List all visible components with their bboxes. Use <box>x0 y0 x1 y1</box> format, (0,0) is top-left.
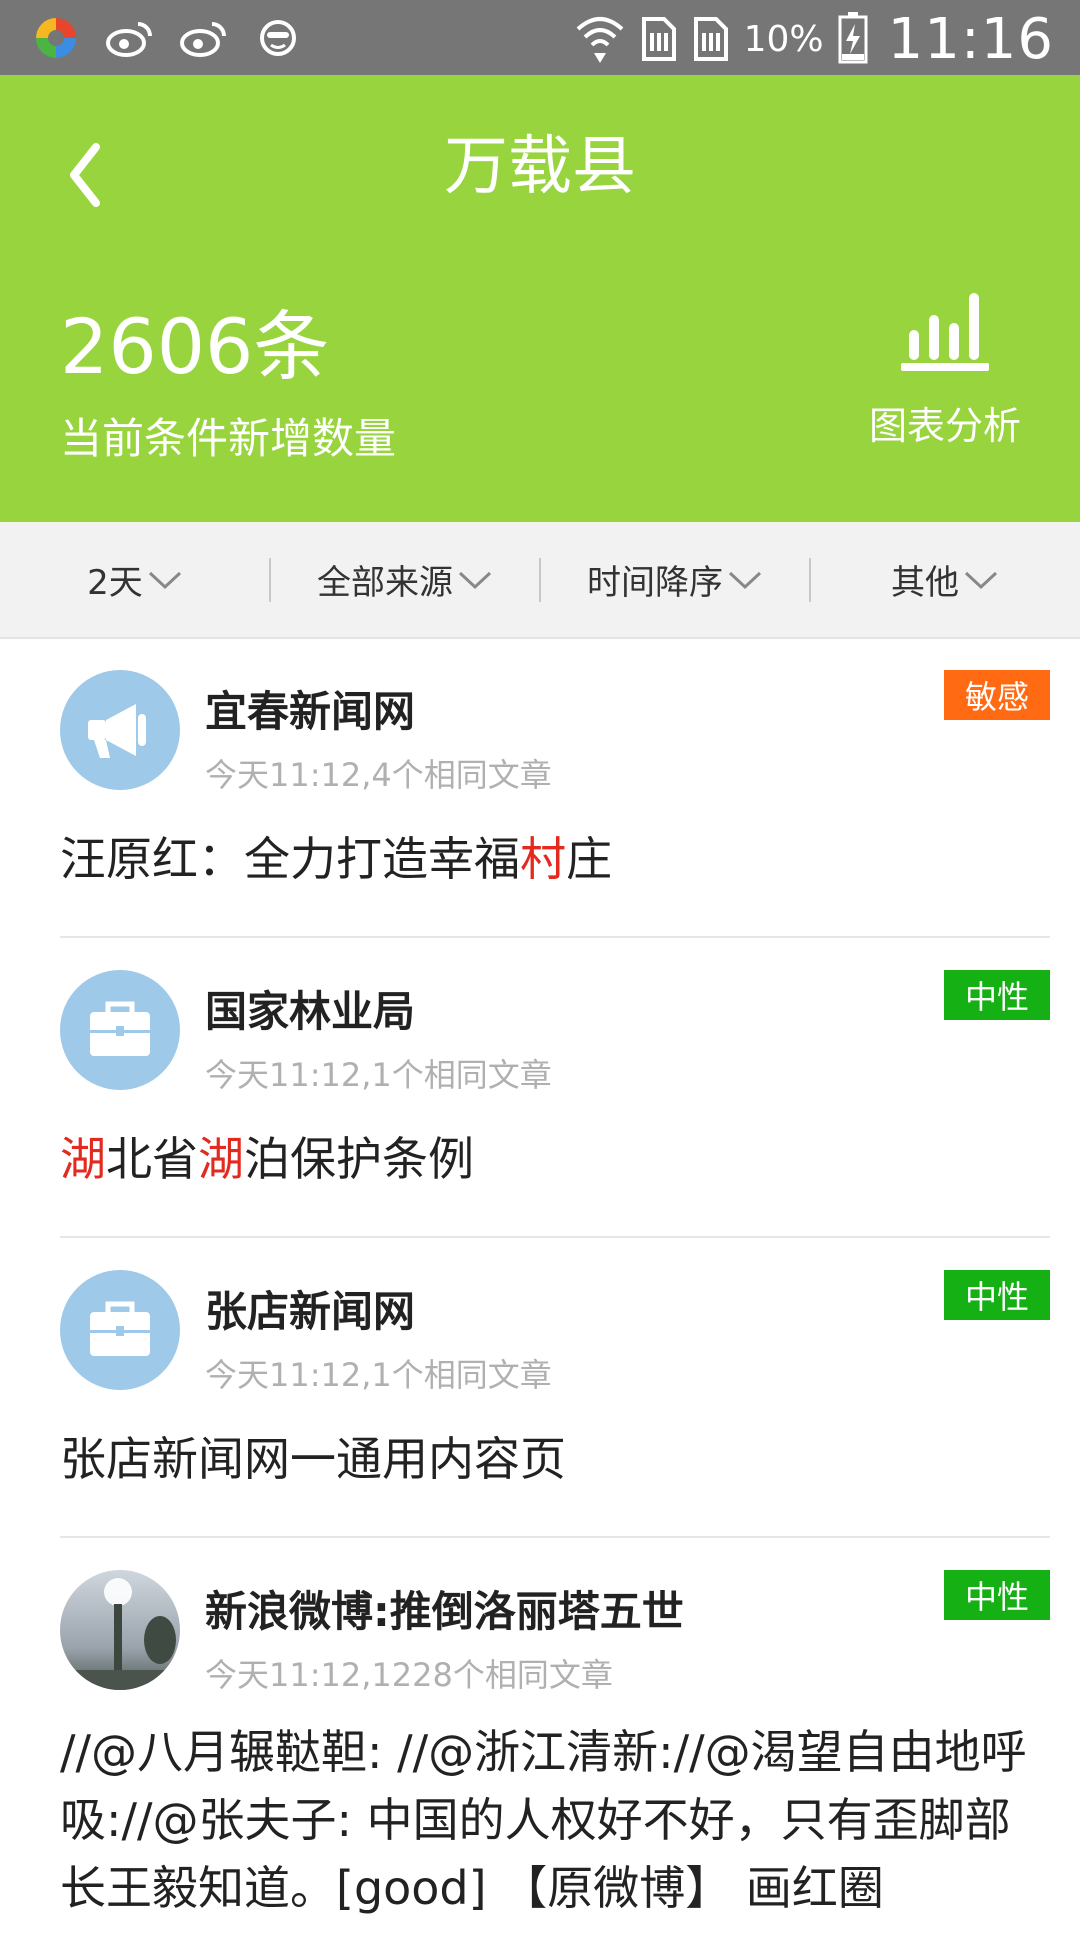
header: 万载县 2606条 当前条件新增数量 图表分析 <box>0 75 1080 522</box>
item-count: 2606条 <box>60 302 330 391</box>
news-list: 宜春新闻网 今天11:12,4个相同文章 敏感 汪原红：全力打造幸福村庄 国家林… <box>0 638 1080 1938</box>
item-meta: 今天11:12,1个相同文章 <box>205 1056 552 1094</box>
headline-text: 北省 <box>106 1132 198 1186</box>
filter-label: 时间降序 <box>587 563 723 603</box>
item-headline: 张店新闻网一通用内容页 <box>60 1432 566 1486</box>
sentiment-badge: 中性 <box>944 1270 1050 1320</box>
face-icon <box>252 14 304 62</box>
item-headline: //@八月辗鞑靼: //@浙江清新://@渴望自由地呼吸://@张夫子: 中国的… <box>60 1725 1027 1915</box>
list-item[interactable]: 国家林业局 今天11:12,1个相同文章 中性 湖北省湖泊保护条例 <box>0 938 1080 1238</box>
sentiment-badge: 中性 <box>944 1570 1050 1620</box>
chart-analysis-button[interactable]: 图表分析 <box>860 275 1030 448</box>
sim-signal-icon <box>640 11 678 67</box>
item-headline: 汪原红：全力打造幸福村庄 <box>60 823 612 889</box>
filter-source[interactable]: 全部来源 <box>270 522 540 637</box>
battery-percent: 10% <box>743 18 824 60</box>
source-name: 宜春新闻网 <box>205 687 416 736</box>
item-count-label: 当前条件新增数量 <box>60 414 397 463</box>
source-avatar <box>60 970 180 1090</box>
page-title: 万载县 <box>444 130 636 204</box>
filter-sort[interactable]: 时间降序 <box>540 522 810 637</box>
wifi-icon <box>574 9 626 69</box>
headline-keyword: 村 <box>520 832 566 886</box>
filter-bar: 2天 全部来源 时间降序 其他 <box>0 522 1080 639</box>
chevron-down-icon <box>148 571 181 589</box>
app-notification-icon <box>30 14 82 62</box>
list-item[interactable]: 张店新闻网 今天11:12,1个相同文章 中性 张店新闻网一通用内容页 <box>0 1238 1080 1538</box>
source-name: 新浪微博:推倒洛丽塔五世 <box>205 1587 684 1636</box>
filter-label: 2天 <box>87 563 143 603</box>
photo-avatar-icon <box>60 1578 180 1690</box>
headline-keyword: 湖 <box>198 1132 244 1186</box>
source-avatar <box>60 670 180 790</box>
source-name: 张店新闻网 <box>205 1287 416 1336</box>
sentiment-badge: 敏感 <box>944 670 1050 720</box>
clock: 11:16 <box>887 6 1054 72</box>
list-item[interactable]: 宜春新闻网 今天11:12,4个相同文章 敏感 汪原红：全力打造幸福村庄 <box>0 638 1080 938</box>
chart-analysis-label: 图表分析 <box>868 404 1021 448</box>
headline-text: 庄 <box>566 832 612 886</box>
headline-keyword: 湖 <box>60 1132 106 1186</box>
item-meta: 今天11:12,1228个相同文章 <box>205 1656 613 1694</box>
item-meta: 今天11:12,1个相同文章 <box>205 1356 552 1394</box>
megaphone-icon <box>88 704 146 758</box>
battery-charging-icon <box>838 10 868 68</box>
bar-chart-icon <box>901 293 989 371</box>
source-name: 国家林业局 <box>205 987 416 1036</box>
filter-label: 全部来源 <box>317 563 453 603</box>
briefcase-icon <box>90 1301 150 1356</box>
filter-time-range[interactable]: 2天 <box>0 522 270 637</box>
item-headline: 湖北省湖泊保护条例 <box>60 1123 474 1189</box>
sim-signal-icon <box>692 11 730 67</box>
headline-text: 汪原红：全力打造幸福 <box>60 832 520 886</box>
user-avatar <box>60 1570 180 1690</box>
sentiment-badge: 中性 <box>944 970 1050 1020</box>
headline-text: 泊保护条例 <box>244 1132 474 1186</box>
chevron-down-icon <box>458 571 492 589</box>
list-item[interactable]: 新浪微博:推倒洛丽塔五世 今天11:12,1228个相同文章 中性 //@八月辗… <box>0 1538 1080 1938</box>
chevron-down-icon <box>964 571 998 589</box>
filter-label: 其他 <box>891 563 959 603</box>
item-meta: 今天11:12,4个相同文章 <box>205 756 552 794</box>
chevron-down-icon <box>728 571 762 589</box>
weibo-icon <box>178 14 230 62</box>
briefcase-icon <box>90 1001 150 1056</box>
source-avatar <box>60 1270 180 1390</box>
status-bar: 10% 11:16 <box>0 0 1080 75</box>
filter-other[interactable]: 其他 <box>810 522 1080 637</box>
weibo-icon <box>104 14 156 62</box>
